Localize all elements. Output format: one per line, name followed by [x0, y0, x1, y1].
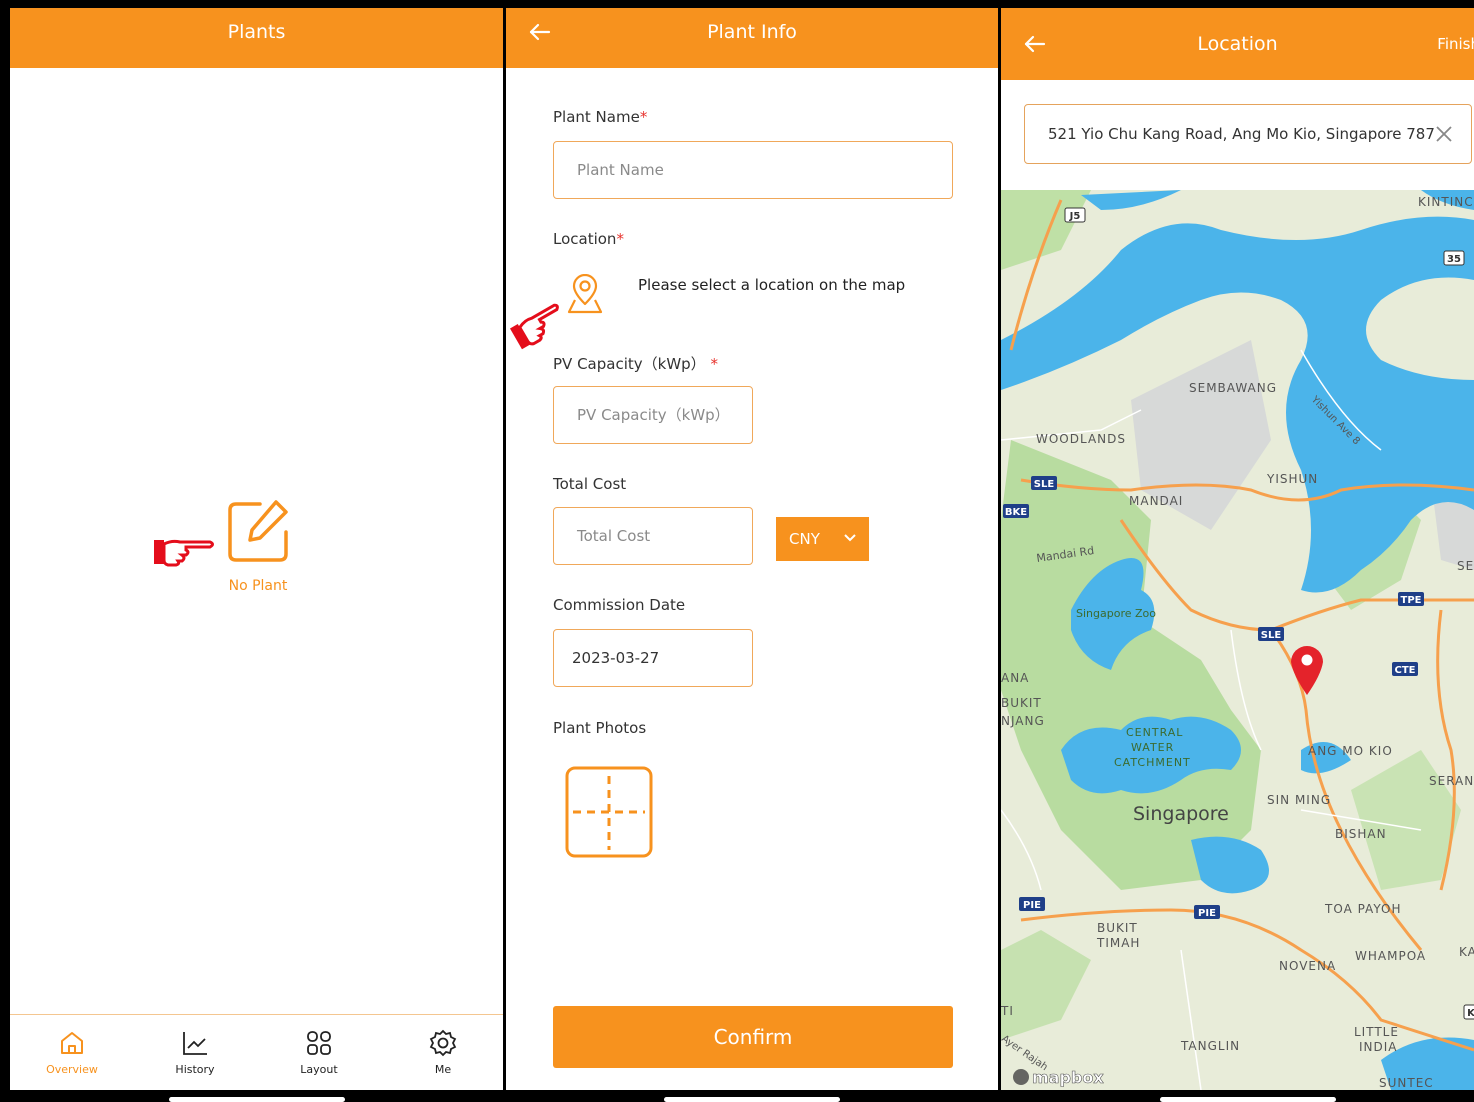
- svg-text:mapbox: mapbox: [1032, 1068, 1104, 1087]
- nav-history[interactable]: History: [160, 1029, 230, 1076]
- chevron-down-icon: [844, 534, 856, 542]
- svg-text:TOA PAYOH: TOA PAYOH: [1324, 902, 1401, 916]
- total-cost-label: Total Cost: [553, 475, 627, 493]
- svg-text:SEMBAWANG: SEMBAWANG: [1189, 381, 1277, 395]
- svg-text:WOODLANDS: WOODLANDS: [1036, 432, 1126, 446]
- pointing-hand-icon: [152, 536, 216, 572]
- svg-text:ANG MO KIO: ANG MO KIO: [1308, 744, 1393, 758]
- edit-icon[interactable]: [226, 498, 290, 562]
- finish-button[interactable]: Finish: [1437, 8, 1474, 80]
- svg-text:CATCHMENT: CATCHMENT: [1114, 756, 1191, 769]
- svg-text:CENTRAL: CENTRAL: [1126, 726, 1183, 739]
- nav-me[interactable]: Me: [408, 1029, 478, 1076]
- add-photo-button[interactable]: [565, 766, 653, 858]
- location-label: Location*: [553, 230, 624, 248]
- svg-text:SLE: SLE: [1261, 630, 1282, 641]
- confirm-button[interactable]: Confirm: [553, 1006, 953, 1068]
- plant-photos-label: Plant Photos: [553, 719, 647, 737]
- svg-text:SE: SE: [1457, 559, 1474, 573]
- svg-text:BUKIT: BUKIT: [1001, 696, 1042, 710]
- svg-text:K: K: [1467, 1008, 1474, 1019]
- page-title: Plant Info: [707, 21, 797, 43]
- svg-text:Singapore Zoo: Singapore Zoo: [1076, 607, 1156, 620]
- bottom-nav: Overview History Layout Me: [10, 1014, 503, 1090]
- total-cost-input[interactable]: Total Cost: [553, 507, 753, 565]
- plants-screen: Plants No Plant Overview History Layout …: [10, 8, 503, 1090]
- nav-overview[interactable]: Overview: [37, 1029, 107, 1076]
- svg-text:TANGLIN: TANGLIN: [1180, 1039, 1240, 1053]
- page-title: Location: [1197, 33, 1278, 55]
- nav-label: History: [175, 1063, 215, 1076]
- svg-text:SIN MING: SIN MING: [1267, 793, 1331, 807]
- nav-layout[interactable]: Layout: [284, 1029, 354, 1076]
- nav-label: Layout: [300, 1063, 338, 1076]
- svg-text:SUNTEC: SUNTEC: [1379, 1076, 1434, 1090]
- empty-state-label: No Plant: [228, 578, 288, 594]
- svg-text:TI: TI: [1001, 1004, 1014, 1018]
- commission-date-label: Commission Date: [553, 596, 686, 614]
- svg-text:LITTLE: LITTLE: [1354, 1025, 1399, 1039]
- svg-text:BKE: BKE: [1005, 507, 1027, 518]
- map-view[interactable]: J5 35 SLE BKE SLE TPE CTE PIE PIE K SEMB…: [1001, 190, 1474, 1090]
- svg-text:TPE: TPE: [1401, 595, 1422, 606]
- nav-label: Me: [434, 1063, 452, 1076]
- svg-text:TIMAH: TIMAH: [1096, 936, 1140, 950]
- svg-text:BISHAN: BISHAN: [1335, 827, 1387, 841]
- home-indicator: [664, 1097, 840, 1102]
- location-pin-icon[interactable]: [566, 273, 604, 314]
- page-title: Plants: [227, 21, 286, 43]
- svg-text:NOVENA: NOVENA: [1279, 959, 1336, 973]
- nav-label: Overview: [46, 1063, 98, 1076]
- commission-date-input[interactable]: 2023-03-27: [553, 629, 753, 687]
- svg-text:SLE: SLE: [1034, 479, 1055, 490]
- chart-line-icon: [183, 1032, 207, 1055]
- svg-text:J5: J5: [1069, 211, 1081, 222]
- gear-icon: [429, 1029, 457, 1057]
- location-header: Location Finish: [1001, 8, 1474, 80]
- svg-text:BUKIT: BUKIT: [1097, 921, 1138, 935]
- svg-text:KA: KA: [1459, 945, 1474, 959]
- home-indicator: [169, 1097, 345, 1102]
- grid-icon: [307, 1031, 331, 1055]
- add-photo-icon: [565, 766, 653, 858]
- location-screen: Location Finish 521 Yio Chu Kang Road, A…: [1001, 8, 1474, 1090]
- plant-info-screen: Plant Info Plant Name* Plant Name Locati…: [506, 8, 998, 1090]
- svg-text:WHAMPOA: WHAMPOA: [1355, 949, 1426, 963]
- svg-text:KINTINC: KINTINC: [1418, 195, 1474, 209]
- svg-text:Singapore: Singapore: [1133, 803, 1229, 825]
- pv-capacity-input[interactable]: PV Capacity（kWp）: [553, 386, 753, 444]
- clear-icon[interactable]: [1435, 125, 1453, 143]
- pv-capacity-label: PV Capacity（kWp） *: [553, 355, 718, 373]
- svg-text:MANDAI: MANDAI: [1129, 494, 1183, 508]
- location-hint[interactable]: Please select a location on the map: [638, 276, 905, 294]
- plant-name-input[interactable]: Plant Name: [553, 141, 953, 199]
- address-search-input[interactable]: 521 Yio Chu Kang Road, Ang Mo Kio, Singa…: [1024, 104, 1472, 164]
- plant-info-header: Plant Info: [506, 8, 998, 68]
- svg-text:PIE: PIE: [1023, 900, 1041, 911]
- svg-text:35: 35: [1447, 254, 1461, 265]
- svg-text:WATER: WATER: [1131, 741, 1174, 754]
- svg-text:PIE: PIE: [1198, 908, 1216, 919]
- home-icon: [61, 1032, 83, 1054]
- plants-header: Plants: [10, 8, 503, 68]
- plant-name-label: Plant Name*: [553, 108, 648, 126]
- svg-text:ANA: ANA: [1001, 671, 1029, 685]
- svg-text:SERAN: SERAN: [1429, 774, 1474, 788]
- svg-text:INDIA: INDIA: [1359, 1040, 1398, 1054]
- address-value: 521 Yio Chu Kang Road, Ang Mo Kio, Singa…: [1048, 125, 1435, 143]
- home-indicator: [1160, 1097, 1336, 1102]
- svg-text:NJANG: NJANG: [1001, 714, 1045, 728]
- currency-select[interactable]: CNY: [776, 517, 869, 561]
- svg-text:YISHUN: YISHUN: [1266, 472, 1318, 486]
- svg-text:CTE: CTE: [1395, 665, 1416, 676]
- pointing-hand-icon: [509, 300, 566, 354]
- currency-value: CNY: [789, 530, 820, 548]
